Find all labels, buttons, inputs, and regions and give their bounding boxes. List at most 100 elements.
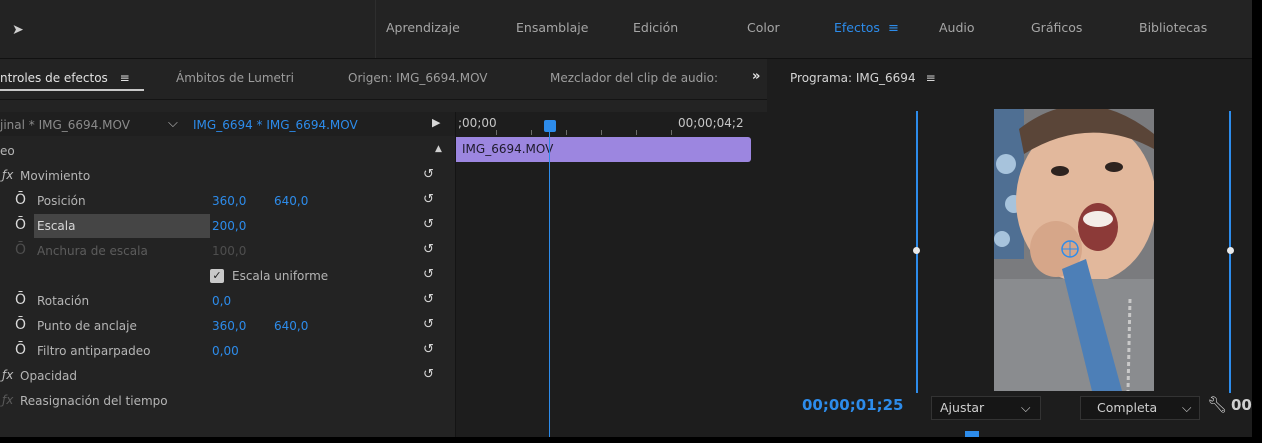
workspace-edicion[interactable]: Edición [633,20,678,35]
tab-effect-controls[interactable]: ntroles de efectos ≡ [0,71,130,85]
stopwatch-icon[interactable]: Ō [15,217,26,233]
property-row-position: Ō Posición 360,0 640,0 ↺ [0,189,455,214]
program-title-label: Programa: IMG_6694 [790,71,916,85]
guide-handle-left[interactable] [913,247,920,254]
panel-tabs: ntroles de efectos ≡ Ámbitos de Lumetri … [0,59,767,100]
chevron-down-icon[interactable]: ⌵ [168,116,178,131]
playhead-handle[interactable] [544,120,556,132]
rotation-value[interactable]: 0,0 [212,294,231,308]
tab-lumetri-scopes[interactable]: Ámbitos de Lumetri [176,71,294,85]
sequence-clip-label[interactable]: IMG_6694 * IMG_6694.MOV [193,118,358,132]
timeline-clip[interactable]: IMG_6694.MOV [456,137,751,162]
property-row-rotation: Ō Rotación 0,0 ↺ [0,289,455,314]
chevron-down-icon: ⌵ [1021,400,1031,415]
workspace-color[interactable]: Color [747,20,780,35]
motion-effect-row[interactable]: ƒx Movimiento ↺ [0,164,455,189]
uniform-scale-checkbox[interactable]: ✓ [210,269,224,283]
reset-icon[interactable]: ↺ [423,292,434,307]
property-row-uniform-scale: ✓ Escala uniforme ↺ [0,264,455,289]
reset-icon[interactable]: ↺ [423,267,434,282]
program-monitor: Programa: IMG_6694 ≡ 00;00;01;25 Ajustar… [770,59,1258,437]
quality-dropdown[interactable]: Completa ⌵ [1080,396,1200,420]
motion-label: Movimiento [20,169,91,183]
stopwatch-icon: Ō [15,242,27,258]
effect-timeline[interactable]: ;00;00 00;00;04;2 IMG_6694.MOV [455,112,768,437]
video-frame-image[interactable] [994,109,1154,391]
time-ruler[interactable]: ;00;00 00;00;04;2 [456,112,768,136]
wrench-icon[interactable]: 🔧︎ [1207,395,1227,414]
anchor-y-value[interactable]: 640,0 [274,319,308,333]
uniform-scale-label: Escala uniforme [232,269,329,283]
effect-controls-panel: ntroles de efectos ≡ Ámbitos de Lumetri … [0,59,768,437]
fx-icon[interactable]: ƒx [2,368,13,382]
anchor-x-value[interactable]: 360,0 [212,319,246,333]
property-row-anti-flicker: Ō Filtro antiparpadeo 0,00 ↺ [0,339,455,364]
source-selector-row: jinal * IMG_6694.MOV ⌵ IMG_6694 * IMG_66… [0,112,455,136]
chevron-down-icon: ⌵ [1182,400,1192,415]
workspace-bar: ➤ Aprendizaje Ensamblaje Edición Color E… [0,0,1262,59]
stopwatch-icon[interactable]: Ō [15,192,26,208]
reset-icon[interactable]: ↺ [423,192,434,207]
baby-photo [994,109,1154,391]
program-menu-icon[interactable]: ≡ [926,71,936,85]
ruler-tick [601,130,602,135]
fx-icon[interactable]: ƒx [2,168,13,182]
workspace-efectos-label: Efectos [834,20,880,35]
opacity-effect-row[interactable]: ƒx Opacidad ↺ [0,364,455,389]
scale-value[interactable]: 200,0 [212,219,246,233]
ruler-tick [671,130,672,135]
tab-menu-icon[interactable]: ≡ [120,71,130,85]
guide-handle-right[interactable] [1227,247,1234,254]
stopwatch-icon[interactable]: Ō [15,292,26,308]
home-arrow-icon[interactable]: ➤ [12,22,24,38]
ruler-tick [496,130,497,135]
fit-dropdown[interactable]: Ajustar ⌵ [931,396,1041,420]
position-label: Posición [37,194,86,208]
scale-label: Escala [37,219,76,233]
anchor-point-label: Punto de anclaje [37,319,137,333]
workspace-graficos[interactable]: Gráficos [1031,20,1082,35]
workspace-menu-icon[interactable]: ≡ [888,21,899,36]
tab-effect-controls-label: ntroles de efectos [0,71,108,85]
reset-icon[interactable]: ↺ [423,242,434,257]
clip-name: IMG_6694.MOV [462,142,554,156]
premiere-window: ➤ Aprendizaje Ensamblaje Edición Color E… [0,0,1262,443]
scale-width-label: Anchura de escala [37,244,148,258]
reset-icon[interactable]: ↺ [423,217,434,232]
ruler-tick [636,130,637,135]
reset-icon[interactable]: ↺ [423,317,434,332]
time-remap-effect-row[interactable]: ƒx Reasignación del tiempo [0,389,455,414]
master-clip-label[interactable]: jinal * IMG_6694.MOV [0,118,130,132]
workspace-bibliotecas[interactable]: Bibliotecas [1139,20,1207,35]
stopwatch-icon[interactable]: Ō [15,317,26,333]
fit-dropdown-label: Ajustar [940,400,985,415]
position-y-value[interactable]: 640,0 [274,194,308,208]
workspace-aprendizaje[interactable]: Aprendizaje [386,20,460,35]
property-row-scale: Ō Escala 200,0 ↺ [0,214,455,239]
overflow-chevron-icon[interactable]: » [752,69,760,84]
video-section-header[interactable]: eo ▲ [0,139,455,164]
anti-flicker-value[interactable]: 0,00 [212,344,239,358]
reset-icon[interactable]: ↺ [423,167,434,182]
workspace-efectos[interactable]: Efectos ≡ [834,20,899,36]
property-row-scale-width: Ō Anchura de escala 100,0 ↺ [0,239,455,264]
window-edge [0,437,1262,443]
tab-audio-clip-mixer[interactable]: Mezclador del clip de audio: [550,71,718,85]
tab-source[interactable]: Origen: IMG_6694.MOV [348,71,488,85]
video-section-label: eo [0,144,15,158]
reset-icon[interactable]: ↺ [423,367,434,382]
collapse-caret-icon[interactable]: ▲ [435,144,442,154]
reset-icon[interactable]: ↺ [423,342,434,357]
divider [375,0,376,58]
workspace-audio[interactable]: Audio [939,20,975,35]
stopwatch-icon[interactable]: Ō [15,342,26,358]
ruler-tick [531,130,532,135]
workspace-ensamblaje[interactable]: Ensamblaje [516,20,588,35]
scale-width-value: 100,0 [212,244,247,258]
program-monitor-title[interactable]: Programa: IMG_6694 ≡ [790,71,936,85]
position-x-value[interactable]: 360,0 [212,194,246,208]
fx-icon[interactable]: ƒx [2,393,13,407]
ruler-start-timecode: ;00;00 [458,116,497,130]
play-triangle-icon[interactable]: ▶ [432,116,440,129]
current-timecode[interactable]: 00;00;01;25 [802,396,904,414]
